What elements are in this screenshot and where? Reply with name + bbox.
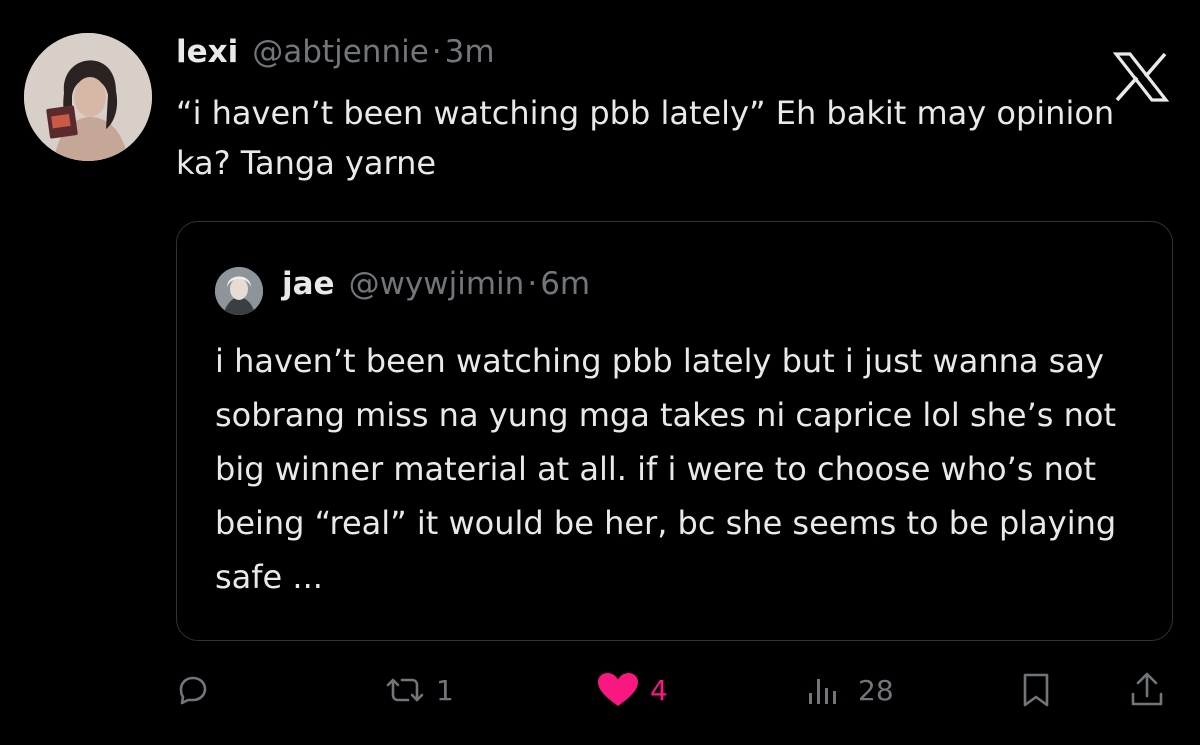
share-icon [1131, 672, 1163, 706]
reply-button[interactable] [178, 672, 208, 708]
repost-count: 1 [436, 673, 454, 707]
author-handle[interactable]: @abtjennie [252, 34, 429, 70]
share-button[interactable] [1130, 672, 1164, 708]
like-button[interactable]: 4 [596, 672, 668, 708]
header-separator: · [431, 34, 442, 70]
quoted-author-handle: @wywjimin [348, 266, 525, 302]
heart-icon [598, 673, 638, 706]
bookmark-button[interactable] [1020, 672, 1052, 708]
repost-button[interactable]: 1 [384, 672, 454, 708]
author-display-name[interactable]: lexi [176, 34, 238, 70]
quoted-header-separator: · [527, 266, 538, 302]
quoted-author-avatar [215, 267, 263, 315]
repost-icon [386, 678, 424, 702]
tweet-timestamp[interactable]: 3m [445, 34, 495, 70]
tweet-text: “i haven’t been watching pbb lately” Eh … [176, 94, 1115, 182]
tweet-header: lexi @abtjennie · 3m [176, 34, 495, 78]
quoted-tweet-timestamp: 6m [540, 266, 591, 302]
tweet-action-bar: 1 4 28 [0, 660, 1200, 720]
reply-icon [179, 676, 207, 705]
like-count: 4 [650, 673, 668, 707]
quoted-tweet-header: jae @wywjimin · 6m [282, 266, 590, 302]
quoted-tweet-text: i haven’t been watching pbb lately but i… [215, 342, 1117, 596]
author-avatar[interactable] [24, 33, 152, 161]
quoted-avatar-photo [215, 267, 263, 315]
views-count: 28 [858, 673, 894, 707]
bookmark-icon [1023, 673, 1049, 707]
avatar-photo [24, 33, 152, 161]
quoted-tweet-card[interactable]: jae @wywjimin · 6m i haven’t been watchi… [176, 221, 1173, 641]
quoted-author-display-name: jae [282, 266, 335, 302]
views-button[interactable]: 28 [808, 672, 894, 708]
views-icon [809, 679, 836, 704]
